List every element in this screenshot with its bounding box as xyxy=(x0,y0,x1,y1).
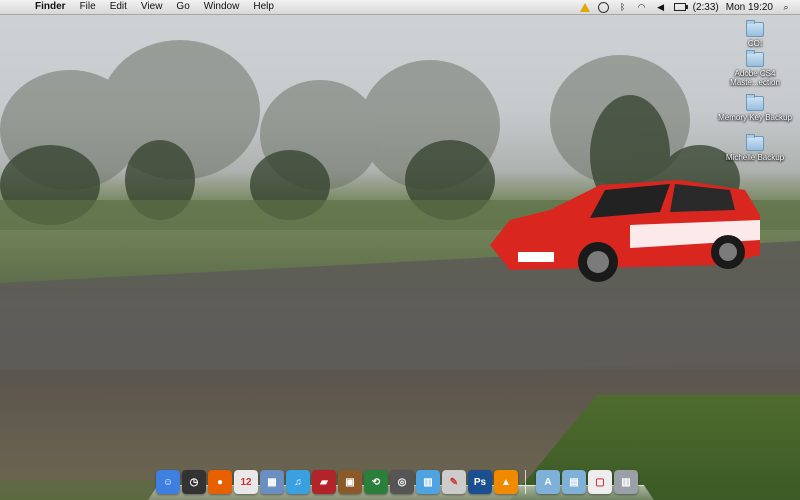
menu-bar: Finder File Edit View Go Window Help ᛒ ◠… xyxy=(0,0,800,15)
dock-app-script-editor-icon[interactable]: ✎ xyxy=(442,470,466,494)
menu-edit[interactable]: Edit xyxy=(103,0,134,14)
dock-app-preview-icon[interactable]: ▦ xyxy=(260,470,284,494)
dock-app-photoshop-icon[interactable]: Ps xyxy=(468,470,492,494)
desktop-item-label: Memory Key Backup xyxy=(718,113,792,122)
warning-icon[interactable] xyxy=(579,1,591,13)
dock-app-itunes-icon[interactable]: ♫ xyxy=(286,470,310,494)
dock-app-applications-folder-icon[interactable]: A xyxy=(536,470,560,494)
dock-app-iphoto-icon[interactable]: ▣ xyxy=(338,470,362,494)
dock-app-image-capture-icon[interactable]: ◎ xyxy=(390,470,414,494)
desktop-item-adobe-cs4[interactable]: Adobe CS4 Maste...ection xyxy=(715,50,795,87)
menu-clock[interactable]: Mon 19:20 xyxy=(726,2,773,13)
menu-finder[interactable]: Finder xyxy=(28,0,73,14)
desktop-item-michelle-backup[interactable]: Michelle Backup xyxy=(715,134,795,162)
desktop-wallpaper xyxy=(0,0,800,500)
dock: ☺ ◷ ● 12 ▦ ♫ ▰ ▣ ⟲ ◎ ▥ ✎ Ps ▲ A ▤ ▢ ▥ xyxy=(148,462,654,500)
wifi-icon[interactable]: ◠ xyxy=(636,1,648,13)
dock-separator xyxy=(525,470,529,494)
dock-app-firefox-icon[interactable]: ● xyxy=(208,470,232,494)
folder-icon xyxy=(746,20,764,37)
menu-view[interactable]: View xyxy=(134,0,170,14)
folder-icon xyxy=(746,94,764,111)
dock-app-vlc-icon[interactable]: ▲ xyxy=(494,470,518,494)
rally-car xyxy=(490,180,760,282)
desktop-item-label: COI xyxy=(747,39,763,48)
folder-icon xyxy=(746,134,764,151)
status-menus: ᛒ ◠ ◀ (2:33) Mon 19:20 ⌕ xyxy=(579,1,800,13)
dock-app-trash-icon[interactable]: ▥ xyxy=(614,470,638,494)
dock-app-time-machine-icon[interactable]: ⟲ xyxy=(364,470,388,494)
spotlight-icon[interactable]: ⌕ xyxy=(780,1,792,13)
desktop-item-memory-key-backup[interactable]: Memory Key Backup xyxy=(715,94,795,122)
desktop-item-label: Michelle Backup xyxy=(725,153,785,162)
volume-icon[interactable]: ◀ xyxy=(655,1,667,13)
dock-app-ilife-icon[interactable]: ▥ xyxy=(416,470,440,494)
desktop-item-coi[interactable]: COI xyxy=(715,20,795,48)
folder-icon xyxy=(746,50,764,67)
battery-icon[interactable] xyxy=(673,1,688,13)
desktop-item-label: Adobe CS4 Maste...ection xyxy=(730,69,780,87)
dock-app-finder-icon[interactable]: ☺ xyxy=(156,470,180,494)
menu-window[interactable]: Window xyxy=(197,0,247,14)
battery-time[interactable]: (2:33) xyxy=(693,2,719,13)
dock-app-guitar-icon[interactable]: ▰ xyxy=(312,470,336,494)
time-machine-icon[interactable] xyxy=(598,1,610,13)
bluetooth-icon[interactable]: ᛒ xyxy=(617,1,629,13)
dock-app-document-stack-icon[interactable]: ▢ xyxy=(588,470,612,494)
dock-items: ☺ ◷ ● 12 ▦ ♫ ▰ ▣ ⟲ ◎ ▥ ✎ Ps ▲ A ▤ ▢ ▥ xyxy=(156,470,638,494)
dock-app-documents-folder-icon[interactable]: ▤ xyxy=(562,470,586,494)
dock-app-ical-icon[interactable]: 12 xyxy=(234,470,258,494)
dock-app-dashboard-icon[interactable]: ◷ xyxy=(182,470,206,494)
menu-help[interactable]: Help xyxy=(246,0,281,14)
menu-file[interactable]: File xyxy=(73,0,103,14)
menu-go[interactable]: Go xyxy=(169,0,196,14)
